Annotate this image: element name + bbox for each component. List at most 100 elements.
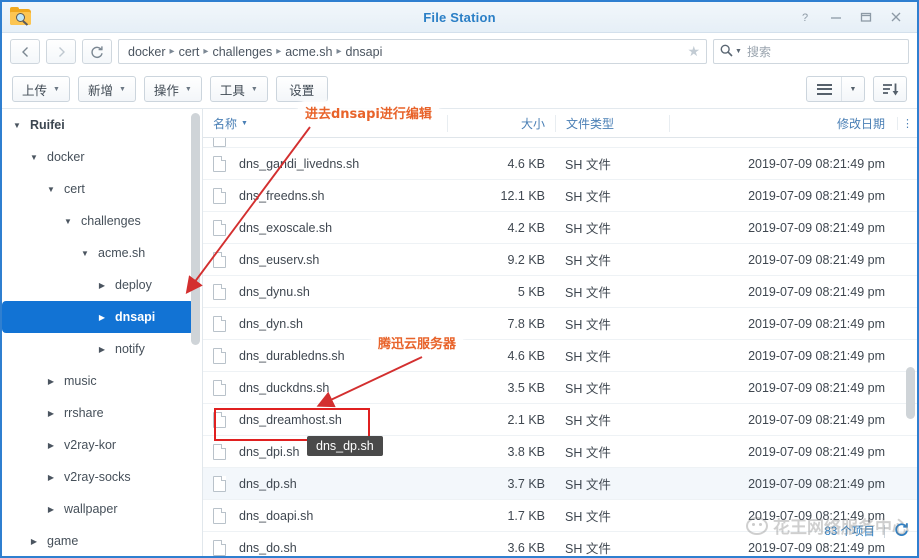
column-header-date-label: 修改日期 bbox=[836, 116, 885, 131]
file-icon bbox=[213, 315, 226, 332]
breadcrumb-item-2[interactable]: challenges bbox=[209, 45, 275, 59]
svg-text:?: ? bbox=[802, 12, 808, 23]
refresh-icon[interactable] bbox=[894, 522, 909, 540]
file-station-window: File Station ? docker ▸ cert ▸ challenge… bbox=[0, 0, 919, 558]
sidebar-item-notify[interactable]: ▶ notify bbox=[2, 333, 202, 365]
file-name: dns_do.sh bbox=[239, 540, 297, 555]
list-view-icon[interactable] bbox=[807, 77, 841, 101]
cell-name: dns_euserv.sh bbox=[203, 251, 447, 268]
column-options-icon[interactable]: ⋮ bbox=[897, 116, 917, 130]
table-row[interactable]: dns_dyn.sh 7.8 KB SH 文件 2019-07-09 08:21:49… bbox=[203, 308, 917, 340]
column-header-date[interactable]: 修改日期 bbox=[669, 114, 897, 132]
star-icon[interactable]: ★ bbox=[687, 43, 700, 60]
breadcrumb-item-4[interactable]: dnsapi bbox=[343, 45, 386, 59]
chevron-right-icon[interactable]: ▶ bbox=[44, 505, 58, 514]
chevron-right-icon[interactable]: ▶ bbox=[27, 537, 41, 546]
sidebar-item-v2ray-kor[interactable]: ▶ v2ray-kor bbox=[2, 429, 202, 461]
table-row[interactable]: dns_duckdns.sh 3.5 KB SH 文件 2019-07-09 08:2… bbox=[203, 372, 917, 404]
chevron-down-icon[interactable]: ▼ bbox=[841, 77, 864, 101]
chevron-down-icon[interactable]: ▼ bbox=[61, 217, 75, 226]
table-row-partial[interactable] bbox=[203, 138, 917, 148]
chevron-right-icon[interactable]: ▶ bbox=[95, 313, 109, 322]
search-input[interactable]: ▼ 搜索 bbox=[713, 39, 909, 64]
chevron-down-icon[interactable]: ▼ bbox=[78, 249, 92, 258]
sidebar-item-dnsapi[interactable]: ▶ dnsapi bbox=[2, 301, 194, 333]
cell-name: dns_freedns.sh bbox=[203, 187, 447, 204]
table-row[interactable]: dns_durabledns.sh 4.6 KB SH 文件 2019-07-09 0… bbox=[203, 340, 917, 372]
file-icon bbox=[213, 507, 226, 524]
table-row[interactable]: dns_gandi_livedns.sh 4.6 KB SH 文件 2019-07-0… bbox=[203, 148, 917, 180]
chevron-down-icon[interactable]: ▼ bbox=[735, 48, 742, 55]
cell-type: SH 文件 bbox=[565, 478, 611, 492]
column-header-type[interactable]: 文件类型 bbox=[555, 114, 669, 132]
view-mode-split-button[interactable]: ▼ bbox=[806, 76, 865, 102]
sidebar-item-game[interactable]: ▶ game bbox=[2, 525, 202, 556]
forward-button[interactable] bbox=[46, 39, 76, 64]
file-list-scrollbar[interactable] bbox=[906, 367, 915, 419]
chevron-right-icon[interactable]: ▶ bbox=[44, 409, 58, 418]
close-button[interactable] bbox=[881, 5, 911, 29]
chevron-down-icon[interactable]: ▼ bbox=[27, 153, 41, 162]
cell-date: 2019-07-09 08:21:49 pm bbox=[748, 156, 885, 171]
maximize-button[interactable] bbox=[851, 5, 881, 29]
table-row[interactable]: dns_freedns.sh 12.1 KB SH 文件 2019-07-09 08:… bbox=[203, 180, 917, 212]
chevron-down-icon[interactable]: ▼ bbox=[44, 185, 58, 194]
table-row[interactable]: dns_exoscale.sh 4.2 KB SH 文件 2019-07-09 08:… bbox=[203, 212, 917, 244]
help-button[interactable]: ? bbox=[791, 5, 821, 29]
sidebar-item-acme-sh[interactable]: ▼ acme.sh bbox=[2, 237, 202, 269]
breadcrumb-item-1[interactable]: cert bbox=[176, 45, 203, 59]
breadcrumb-item-3[interactable]: acme.sh bbox=[282, 45, 335, 59]
sidebar-item-docker[interactable]: ▼ docker bbox=[2, 141, 202, 173]
cell-size: 7.8 KB bbox=[507, 316, 545, 331]
breadcrumb[interactable]: docker ▸ cert ▸ challenges ▸ acme.sh ▸ d… bbox=[118, 39, 707, 64]
status-divider bbox=[884, 524, 885, 538]
sidebar-item-cert[interactable]: ▼ cert bbox=[2, 173, 202, 205]
table-row[interactable]: dns_dp.sh 3.7 KB SH 文件 2019-07-09 08:21:49 … bbox=[203, 468, 917, 500]
settings-button[interactable]: 设置 bbox=[275, 76, 328, 102]
sidebar-item-challenges[interactable]: ▼ challenges bbox=[2, 205, 202, 237]
annotation-label-mid: 腾迅云服务器 bbox=[371, 331, 464, 354]
table-row[interactable]: dns_do.sh 3.6 KB SH 文件 2019-07-09 08:21:49 … bbox=[203, 532, 917, 556]
tools-button[interactable]: 工具 ▼ bbox=[209, 76, 268, 102]
chevron-right-icon[interactable]: ▶ bbox=[95, 345, 109, 354]
action-button[interactable]: 操作 ▼ bbox=[143, 76, 202, 102]
cell-date: 2019-07-09 08:21:49 pm bbox=[748, 508, 885, 523]
chevron-right-icon[interactable]: ▶ bbox=[44, 377, 58, 386]
sidebar-item-label: dnsapi bbox=[115, 310, 156, 324]
file-name: dns_gandi_livedns.sh bbox=[239, 156, 360, 171]
cell-type: SH 文件 bbox=[565, 350, 611, 364]
sidebar-scrollbar[interactable] bbox=[191, 113, 200, 345]
cell-size: 3.5 KB bbox=[507, 380, 545, 395]
cell-name: dns_dynu.sh bbox=[203, 283, 447, 300]
column-header-size[interactable]: 大小 bbox=[447, 114, 555, 132]
breadcrumb-separator: ▸ bbox=[203, 46, 209, 57]
sidebar-item-wallpaper[interactable]: ▶ wallpaper bbox=[2, 493, 202, 525]
refresh-button[interactable] bbox=[82, 39, 112, 64]
sidebar-item-v2ray-socks[interactable]: ▶ v2ray-socks bbox=[2, 461, 202, 493]
create-button[interactable]: 新增 ▼ bbox=[77, 76, 136, 102]
row-checkbox[interactable] bbox=[213, 138, 226, 147]
chevron-right-icon[interactable]: ▶ bbox=[44, 473, 58, 482]
table-row[interactable]: dns_doapi.sh 1.7 KB SH 文件 2019-07-09 08:21:… bbox=[203, 500, 917, 532]
folder-tree-sidebar[interactable]: ▼ Ruifei ▼ docker ▼ cert ▼ challenges ▼ acme.sh ▶ d… bbox=[2, 109, 203, 556]
back-button[interactable] bbox=[10, 39, 40, 64]
sidebar-item-rrshare[interactable]: ▶ rrshare bbox=[2, 397, 202, 429]
upload-button[interactable]: 上传 ▼ bbox=[12, 76, 70, 102]
breadcrumb-item-0[interactable]: docker bbox=[125, 45, 169, 59]
table-row[interactable]: dns_dynu.sh 5 KB SH 文件 2019-07-09 08:21:49 … bbox=[203, 276, 917, 308]
chevron-right-icon[interactable]: ▶ bbox=[44, 441, 58, 450]
file-icon bbox=[213, 379, 226, 396]
cell-type: SH 文件 bbox=[565, 414, 611, 428]
chevron-down-icon[interactable]: ▼ bbox=[10, 121, 24, 130]
table-row[interactable]: dns_euserv.sh 9.2 KB SH 文件 2019-07-09 08:21… bbox=[203, 244, 917, 276]
chevron-right-icon[interactable]: ▶ bbox=[95, 281, 109, 290]
sidebar-item-deploy[interactable]: ▶ deploy bbox=[2, 269, 202, 301]
annotation-label-top: 进去dnsapi进行编辑 bbox=[298, 101, 439, 124]
minimize-button[interactable] bbox=[821, 5, 851, 29]
cell-name: dns_duckdns.sh bbox=[203, 379, 447, 396]
file-name: dns_dp.sh bbox=[239, 476, 297, 491]
sidebar-item-ruifei[interactable]: ▼ Ruifei bbox=[2, 109, 202, 141]
search-icon bbox=[720, 44, 733, 59]
sort-descending-icon[interactable] bbox=[873, 76, 907, 102]
sidebar-item-music[interactable]: ▶ music bbox=[2, 365, 202, 397]
